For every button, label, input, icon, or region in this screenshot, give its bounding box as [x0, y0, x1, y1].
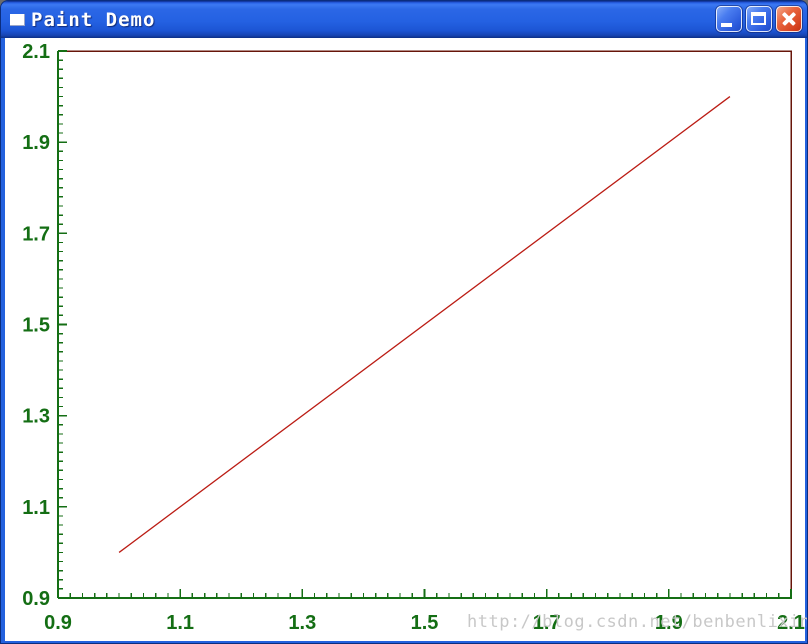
- x-tick-label: 2.1: [777, 612, 805, 634]
- close-button[interactable]: [776, 6, 802, 32]
- app-icon: [10, 14, 25, 26]
- client-area: 0.9 1.1 1.3 1.5 1.7 1.9 2.1 0.9 1.1 1.3 1.5 1.7 1.9 2…: [5, 38, 807, 641]
- y-tick-label: 0.9: [22, 588, 50, 610]
- maximize-button[interactable]: [746, 6, 772, 32]
- maximize-icon: [751, 12, 766, 25]
- y-tick-label: 1.3: [22, 406, 50, 428]
- x-tick-label: 1.9: [655, 612, 683, 634]
- x-tick-label: 1.1: [166, 612, 194, 634]
- window: Paint Demo 0.9 1.1 1.3 1.5 1.7 1.9 2.1 0.9 1.1 1.…: [0, 0, 808, 644]
- y-tick-label: 1.1: [22, 497, 50, 519]
- minimize-button[interactable]: [716, 6, 742, 32]
- x-tick-label: 1.3: [288, 612, 316, 634]
- data-line: [118, 96, 731, 553]
- y-tick-label: 1.5: [22, 315, 50, 337]
- y-tick-label: 2.1: [22, 41, 50, 63]
- minimize-icon: [721, 23, 732, 27]
- titlebar[interactable]: Paint Demo: [1, 1, 807, 38]
- y-tick-label: 1.9: [22, 132, 50, 154]
- line-chart: 0.9 1.1 1.3 1.5 1.7 1.9 2.1 0.9 1.1 1.3 1.5 1.7 1.9 2…: [22, 41, 805, 634]
- x-tick-label: 1.7: [533, 612, 561, 634]
- x-tick-label: 0.9: [44, 612, 72, 634]
- window-controls: [716, 6, 802, 32]
- x-tick-label: 1.5: [411, 612, 439, 634]
- window-title: Paint Demo: [31, 9, 156, 31]
- y-tick-label: 1.7: [22, 223, 50, 245]
